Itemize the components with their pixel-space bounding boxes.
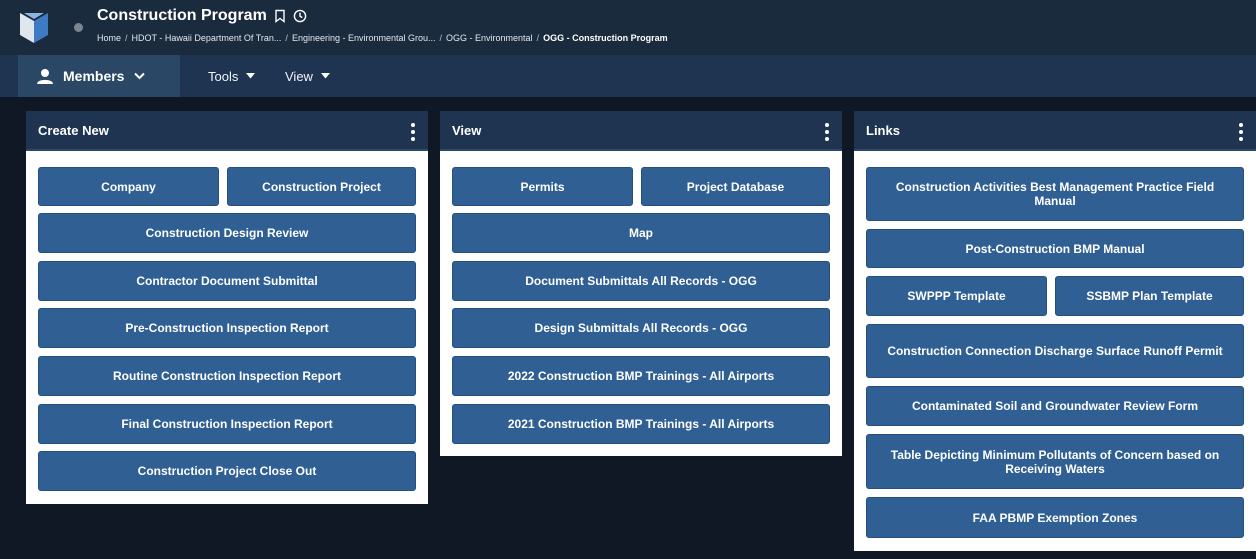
link-contaminated-soil-form[interactable]: Contaminated Soil and Groundwater Review… <box>866 386 1244 426</box>
page-title: Construction Program <box>97 7 267 24</box>
links-panel: Links Construction Activities Best Manag… <box>854 111 1256 551</box>
create-new-panel: Create New Company Construction Project … <box>26 111 428 504</box>
link-bmp-field-manual[interactable]: Construction Activities Best Management … <box>866 167 1244 221</box>
create-construction-project-button[interactable]: Construction Project <box>227 167 416 206</box>
create-company-button[interactable]: Company <box>38 167 219 206</box>
caret-down-icon <box>246 73 256 79</box>
kebab-menu-icon[interactable] <box>408 123 418 141</box>
panel-title: Links <box>866 122 900 138</box>
chevron-down-icon <box>134 72 146 80</box>
create-project-close-out-button[interactable]: Construction Project Close Out <box>38 451 416 491</box>
create-final-inspection-button[interactable]: Final Construction Inspection Report <box>38 404 416 444</box>
breadcrumb-engineering[interactable]: Engineering - Environmental Grou... <box>292 33 436 43</box>
create-design-review-button[interactable]: Construction Design Review <box>38 213 416 253</box>
link-discharge-runoff-permit[interactable]: Construction Connection Discharge Surfac… <box>866 324 1244 378</box>
bookmark-icon[interactable] <box>273 9 287 23</box>
breadcrumb: Home / HDOT - Hawaii Department Of Tran...… <box>97 33 668 43</box>
tools-menu[interactable]: Tools <box>208 55 256 97</box>
tools-label: Tools <box>208 68 239 84</box>
view-permits-button[interactable]: Permits <box>452 167 633 206</box>
view-document-submittals-button[interactable]: Document Submittals All Records - OGG <box>452 261 830 301</box>
breadcrumb-ogg-environmental[interactable]: OGG - Environmental <box>446 33 533 43</box>
panel-title: Create New <box>38 122 109 138</box>
members-label: Members <box>63 68 125 84</box>
kebab-menu-icon[interactable] <box>822 123 832 141</box>
link-post-construction-bmp-manual[interactable]: Post-Construction BMP Manual <box>866 229 1244 268</box>
view-2022-trainings-button[interactable]: 2022 Construction BMP Trainings - All Ai… <box>452 356 830 396</box>
menu-bar: Members Tools View <box>0 55 1256 97</box>
create-pre-construction-inspection-button[interactable]: Pre-Construction Inspection Report <box>38 308 416 348</box>
create-contractor-submittal-button[interactable]: Contractor Document Submittal <box>38 261 416 301</box>
view-label: View <box>285 68 313 84</box>
link-faa-pbmp-zones[interactable]: FAA PBMP Exemption Zones <box>866 497 1244 538</box>
breadcrumb-hdot[interactable]: HDOT - Hawaii Department Of Tran... <box>132 33 282 43</box>
view-project-database-button[interactable]: Project Database <box>641 167 830 206</box>
view-map-button[interactable]: Map <box>452 213 830 253</box>
history-clock-icon[interactable] <box>293 9 307 23</box>
caret-down-icon <box>320 73 330 79</box>
breadcrumb-home[interactable]: Home <box>97 33 121 43</box>
breadcrumb-current: OGG - Construction Program <box>543 33 668 43</box>
app-header: Construction Program Home / HDOT - Hawaii … <box>0 0 1256 55</box>
link-ssbmp-plan-template[interactable]: SSBMP Plan Template <box>1055 276 1244 316</box>
create-new-panel-header: Create New <box>26 111 428 151</box>
create-routine-inspection-button[interactable]: Routine Construction Inspection Report <box>38 356 416 396</box>
members-menu[interactable]: Members <box>18 55 180 97</box>
view-2021-trainings-button[interactable]: 2021 Construction BMP Trainings - All Ai… <box>452 404 830 444</box>
link-swppp-template[interactable]: SWPPP Template <box>866 276 1047 316</box>
view-menu[interactable]: View <box>285 55 330 97</box>
user-icon <box>37 69 53 84</box>
link-pollutants-table[interactable]: Table Depicting Minimum Pollutants of Co… <box>866 434 1244 489</box>
view-design-submittals-button[interactable]: Design Submittals All Records - OGG <box>452 308 830 348</box>
panel-title: View <box>452 122 482 138</box>
app-logo-icon[interactable] <box>20 13 48 43</box>
view-panel: View Permits Project Database Map Docume… <box>440 111 842 456</box>
links-panel-header: Links <box>854 111 1256 151</box>
kebab-menu-icon[interactable] <box>1236 123 1246 141</box>
view-panel-header: View <box>440 111 842 151</box>
status-indicator <box>74 23 83 32</box>
